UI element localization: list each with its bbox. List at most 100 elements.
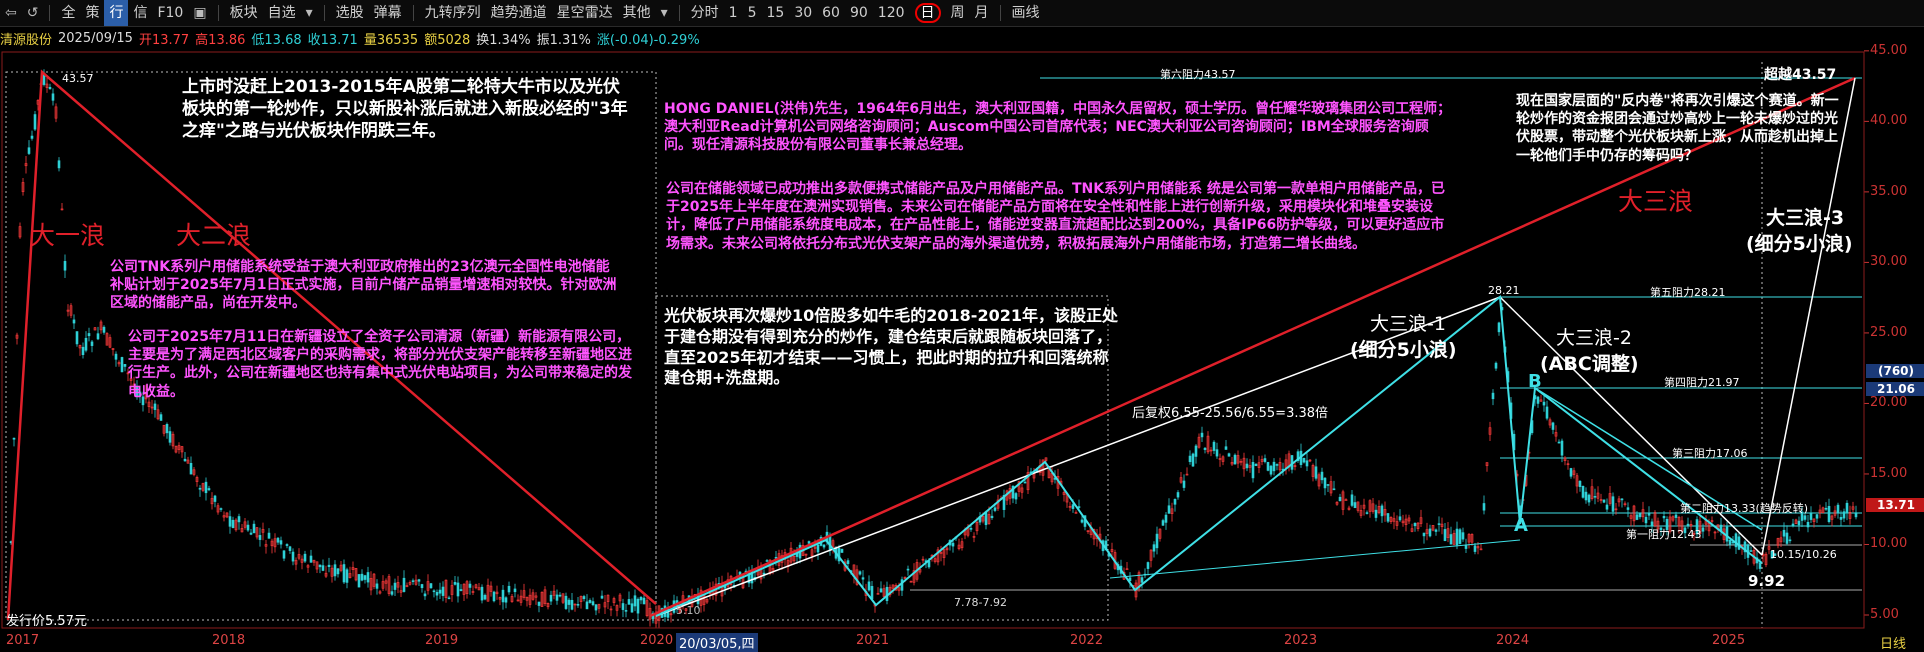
candle-body	[492, 591, 496, 602]
period-day[interactable]: 日	[910, 0, 946, 26]
tb-f10[interactable]: F10	[152, 0, 188, 26]
candle-body	[1551, 422, 1555, 430]
candle-body	[1803, 515, 1807, 520]
tb-quote[interactable]: 行	[104, 0, 129, 26]
candle-body	[1251, 462, 1255, 479]
tb-screener[interactable]: 选股	[331, 0, 369, 26]
candle-body	[1071, 504, 1075, 509]
period-90min[interactable]: 90	[845, 0, 873, 26]
candle-body	[423, 593, 427, 597]
candle-body	[72, 319, 76, 324]
back-icon[interactable]: ⇦	[0, 5, 22, 21]
candle-body	[1569, 468, 1573, 477]
period-30min[interactable]: 30	[789, 0, 817, 26]
cyan-base-line	[1109, 539, 1521, 579]
candle-body	[456, 582, 460, 597]
candle-body	[345, 569, 349, 583]
candle-body	[1560, 440, 1564, 456]
candle-body	[555, 594, 559, 601]
tb-all[interactable]: 全	[56, 0, 80, 26]
candle-body	[27, 147, 31, 154]
candle-body	[927, 561, 931, 568]
candle-body	[1203, 447, 1207, 450]
candle-body	[213, 495, 217, 502]
candle-body	[1323, 477, 1327, 489]
tb-strategy[interactable]: 策	[80, 0, 104, 26]
candle-body	[30, 135, 34, 139]
tb-draw-line[interactable]: 画线	[1007, 0, 1045, 26]
candle-body	[480, 586, 484, 601]
amplitude: 振1.31%	[536, 32, 591, 48]
period-15min[interactable]: 15	[761, 0, 789, 26]
candle-body	[1161, 520, 1165, 526]
ceo-annotation: HONG DANIEL(洪伟)先生，1964年6月出生，澳大利亚国籍，中国永久居…	[664, 101, 1452, 154]
candle-body	[1758, 562, 1762, 569]
period-5min[interactable]: 5	[743, 0, 762, 26]
candle-body	[576, 603, 580, 606]
candle-body	[252, 523, 256, 534]
candle-body	[567, 599, 571, 605]
divider	[678, 5, 680, 21]
tb-other[interactable]: 其他	[618, 0, 656, 26]
candle-body	[1200, 432, 1204, 438]
tb-star-radar[interactable]: 星空雷达	[552, 0, 618, 26]
candle-body	[1557, 441, 1561, 444]
candle-body	[1314, 466, 1318, 479]
candle-body	[627, 599, 631, 605]
resistance-label-5: 第五阻力28.21	[1650, 286, 1726, 299]
candle-body	[588, 600, 592, 603]
candle-body	[258, 535, 262, 540]
candle-body	[231, 519, 235, 528]
tb-danmaku[interactable]: 弹幕	[369, 0, 407, 26]
candle-body	[1791, 523, 1795, 527]
candle-body	[102, 326, 106, 333]
candle-body	[1350, 494, 1354, 506]
period-month[interactable]: 月	[970, 0, 994, 26]
tb-info[interactable]: 信	[128, 0, 152, 26]
candle-body	[1332, 488, 1336, 491]
candle-body	[303, 553, 307, 562]
candle-body	[1644, 516, 1648, 524]
candle-body	[1734, 533, 1738, 548]
candle-body	[1788, 539, 1792, 542]
candle-body	[858, 571, 862, 575]
candle-body	[1461, 532, 1465, 540]
divider	[217, 5, 219, 21]
candle-body	[204, 481, 208, 494]
candle-body	[96, 333, 100, 340]
tb-td-sequential[interactable]: 九转序列	[420, 0, 486, 26]
period-intraday[interactable]: 分时	[686, 0, 724, 26]
period-120min[interactable]: 120	[873, 0, 910, 26]
candle-body	[165, 424, 169, 434]
candle-body	[438, 589, 442, 594]
period-week[interactable]: 周	[946, 0, 970, 26]
tb-sector[interactable]: 板块	[225, 0, 263, 26]
timeframe-label: 日线	[1880, 637, 1907, 652]
candle-body	[153, 403, 157, 410]
candle-body	[1491, 392, 1495, 400]
candle-body	[123, 364, 127, 367]
chevron-down-icon[interactable]: ▾	[301, 5, 318, 21]
change: 涨(-0.04)-0.29%	[596, 32, 700, 48]
period-1min[interactable]: 1	[724, 0, 743, 26]
candle-body	[1842, 511, 1846, 519]
candle-body	[1701, 527, 1705, 532]
candle-body	[57, 160, 61, 169]
candle-body	[207, 488, 211, 491]
period-60min[interactable]: 60	[817, 0, 845, 26]
tb-watchlist[interactable]: 自选	[263, 0, 301, 26]
candle-body	[807, 541, 811, 544]
window-icon[interactable]: ▣	[188, 5, 211, 21]
tb-trend-channel[interactable]: 趋势通道	[486, 0, 552, 26]
issue-price-label: 发行价5.57元	[6, 614, 87, 629]
candle-body	[249, 532, 253, 535]
candle-body	[1146, 562, 1150, 569]
selected-period-badge[interactable]: 日	[914, 3, 941, 23]
refresh-icon[interactable]: ↺	[22, 5, 44, 21]
candle-body	[1182, 480, 1186, 488]
candle-body	[861, 577, 865, 580]
count-tag: (760)	[1866, 364, 1924, 378]
storage-annotation: 公司在储能领域已成功推出多款便携式储能产品及户用储能产品。TNK系列户用储能系 …	[666, 181, 1445, 252]
chevron-down-icon[interactable]: ▾	[656, 5, 673, 21]
candle-body	[411, 580, 415, 582]
